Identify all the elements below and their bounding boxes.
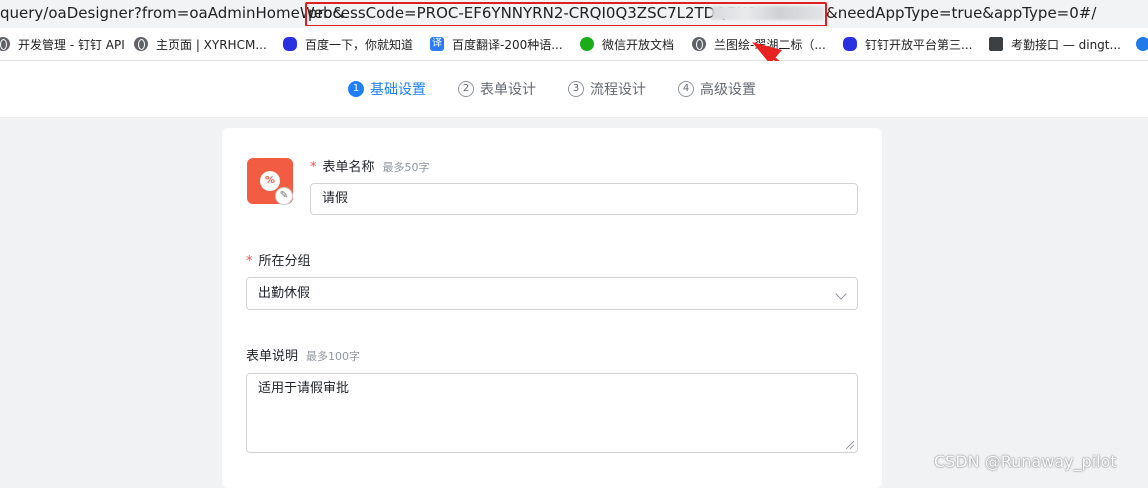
group-label-text: 所在分组 bbox=[258, 254, 311, 269]
chevron-down-icon bbox=[835, 288, 847, 300]
description-textarea[interactable]: 适用于请假审批 bbox=[246, 373, 858, 453]
group-select-value: 出勤休假 bbox=[258, 286, 311, 301]
description-hint: 最多100字 bbox=[306, 350, 361, 363]
watermark: CSDN @Runaway_pilot bbox=[934, 452, 1117, 471]
tab-process-design[interactable]: 3 流程设计 bbox=[568, 79, 646, 99]
group-select[interactable]: 出勤休假 bbox=[246, 277, 858, 310]
basic-settings-card: % ✎ * 表单名称 最多50字 请假 * 所在分组 出勤休假 表单说明 最多100字 … bbox=[222, 128, 882, 488]
required-mark: * bbox=[246, 254, 253, 269]
step-navigation: 1 基础设置 2 表单设计 3 流程设计 4 高级设置 bbox=[0, 61, 1148, 118]
form-name-hint: 最多50字 bbox=[382, 161, 430, 174]
description-label: 表单说明 最多100字 bbox=[246, 345, 360, 364]
step-number: 4 bbox=[678, 81, 694, 97]
form-name-input[interactable]: 请假 bbox=[310, 183, 858, 215]
description-value: 适用于请假审批 bbox=[258, 381, 350, 396]
tab-advanced-settings[interactable]: 4 高级设置 bbox=[678, 79, 756, 99]
tab-basic-settings[interactable]: 1 基础设置 bbox=[348, 79, 426, 99]
step-number: 1 bbox=[348, 81, 364, 97]
description-label-text: 表单说明 bbox=[246, 349, 299, 364]
percent-icon: % bbox=[260, 171, 280, 191]
edit-icon[interactable]: ✎ bbox=[275, 187, 293, 205]
step-number: 2 bbox=[458, 81, 474, 97]
step-label: 基础设置 bbox=[370, 82, 426, 98]
resize-handle[interactable] bbox=[846, 441, 854, 449]
step-label: 流程设计 bbox=[590, 82, 646, 98]
group-label: * 所在分组 bbox=[246, 250, 311, 269]
required-mark: * bbox=[310, 160, 317, 175]
tab-form-design[interactable]: 2 表单设计 bbox=[458, 79, 536, 99]
step-number: 3 bbox=[568, 81, 584, 97]
form-name-label: * 表单名称 最多50字 bbox=[310, 156, 430, 175]
form-name-label-text: 表单名称 bbox=[322, 160, 375, 175]
step-label: 表单设计 bbox=[480, 82, 536, 98]
step-label: 高级设置 bbox=[700, 82, 756, 98]
